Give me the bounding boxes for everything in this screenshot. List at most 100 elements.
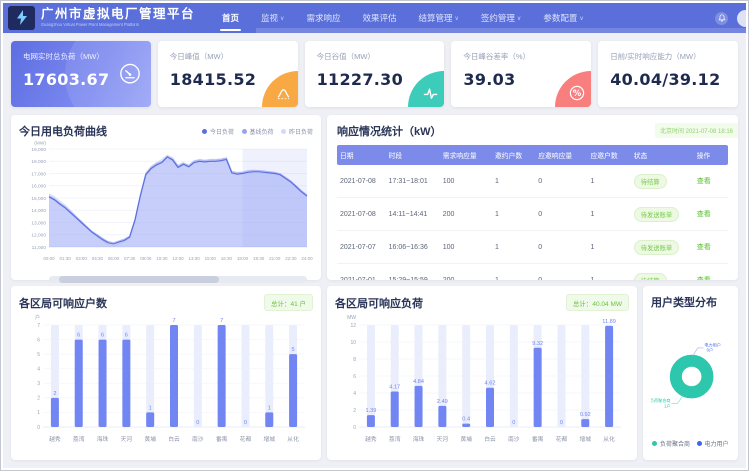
nav-item-label: 需求响应: [306, 12, 340, 24]
y-axis-tick: 2: [37, 396, 40, 402]
col-header-5: 应邀响应量: [535, 145, 587, 165]
legend-dot: [242, 129, 247, 134]
user-avatar[interactable]: [737, 10, 746, 27]
donut-ring[interactable]: [676, 361, 708, 393]
status-badge: 待发送账单: [634, 240, 679, 255]
y-axis-tick: 4: [37, 367, 40, 373]
legend-item-2[interactable]: 基线负荷: [242, 127, 274, 136]
kpi-card-1[interactable]: 电网实时总负荷（MW）17603.67: [11, 41, 151, 107]
load-curve-chart[interactable]: 11,00012,00013,00014,00015,00016,00017,0…: [19, 139, 313, 269]
table-cell: 15:29~15:59: [386, 264, 440, 281]
y-axis-tick: 12: [350, 323, 356, 329]
view-link[interactable]: 查看: [697, 277, 711, 280]
user-type-legend-item-1[interactable]: 负荷聚合商: [652, 439, 690, 448]
bar[interactable]: [122, 340, 130, 427]
bar-value-label: 4.17: [389, 385, 400, 391]
y-axis-unit: MW: [347, 315, 356, 321]
y-axis-tick: 15,000: [31, 196, 46, 202]
gauge-icon: [119, 63, 141, 90]
kpi-card-4[interactable]: 今日峰谷差率（%）39.03%: [451, 41, 591, 107]
chevron-down-icon: ∨: [517, 15, 521, 22]
datazoom-slider[interactable]: [49, 276, 307, 283]
bar[interactable]: [391, 392, 399, 427]
bar-value-label: 2: [53, 391, 56, 397]
legend-dot: [652, 441, 657, 446]
bar[interactable]: [218, 325, 226, 427]
x-axis-tick: 18:00: [237, 256, 249, 261]
bar[interactable]: [99, 340, 107, 427]
user-type-legend-item-2[interactable]: 电力用户: [697, 439, 729, 448]
view-link[interactable]: 查看: [697, 178, 711, 185]
user-type-legend: 负荷聚合商电力用户: [651, 437, 730, 452]
beijing-time-badge: 北京时间 2021-07-08 18:16: [655, 123, 738, 138]
view-link[interactable]: 查看: [697, 211, 711, 218]
district-users-total-badge: 总计：41 户: [264, 294, 313, 311]
y-axis-unit: 户: [35, 314, 40, 321]
nav-item-1[interactable]: 首页: [211, 3, 250, 33]
y-axis-tick: 17,000: [31, 171, 46, 177]
app-logo: [8, 6, 35, 30]
table-cell: 2021-07-01: [337, 264, 386, 281]
response-table: 日期时段需求响应量邀约户数应邀响应量应邀户数状态操作 2021-07-0817:…: [337, 145, 728, 280]
bar[interactable]: [438, 406, 446, 427]
bar[interactable]: [75, 340, 83, 427]
legend-item-1[interactable]: 今日负荷: [202, 127, 234, 136]
bar[interactable]: [51, 398, 59, 427]
col-header-3: 需求响应量: [440, 145, 492, 165]
table-cell: 1: [587, 198, 630, 231]
y-axis-tick: 10: [350, 340, 356, 346]
nav-underline-strip: [256, 28, 746, 33]
col-header-6: 应邀户数: [587, 145, 630, 165]
datazoom-handle[interactable]: [59, 276, 219, 283]
bar[interactable]: [462, 424, 470, 427]
x-axis-tick: 24:00: [301, 256, 313, 261]
bar[interactable]: [367, 415, 375, 427]
chevron-down-icon: ∨: [579, 15, 583, 22]
legend-dot: [281, 129, 286, 134]
legend-dot: [202, 129, 207, 134]
bar[interactable]: [265, 412, 273, 427]
bar-track: [510, 325, 518, 427]
y-axis-tick: 1: [37, 410, 40, 416]
y-axis-tick: 6: [37, 337, 40, 343]
bar[interactable]: [486, 388, 494, 427]
bar[interactable]: [581, 419, 589, 427]
x-axis-tick: 09:00: [140, 256, 152, 261]
user-type-donut-chart[interactable]: 电力用户0户负荷聚合商1户: [651, 310, 730, 437]
district-users-bar-chart[interactable]: 01234567户2越秀6荔湾6海珠6天河1黄埔7白云0南沙7番禺0花都1增城5…: [19, 311, 313, 451]
col-header-8: 操作: [694, 145, 728, 165]
bar-value-label: 5: [292, 347, 295, 353]
bar[interactable]: [146, 412, 154, 427]
bar[interactable]: [534, 348, 542, 427]
table-cell: 0: [535, 264, 587, 281]
bar-value-label: 0.92: [580, 412, 591, 418]
kpi-card-5[interactable]: 日前/实时响应能力（MW）40.04/39.12: [598, 41, 738, 107]
notification-bell-icon[interactable]: [715, 12, 728, 25]
bar-track: [146, 325, 154, 427]
bar-track: [462, 325, 470, 427]
table-row: 2021-07-0716:06~16:36100101待发送账单查看: [337, 231, 728, 264]
bar-value-label: 6: [77, 333, 80, 339]
view-link[interactable]: 查看: [697, 244, 711, 251]
bar-value-label: 7: [172, 318, 175, 324]
bar-value-label: 4.62: [485, 381, 496, 387]
bar[interactable]: [289, 354, 297, 427]
bottom-row: 各区局可响应户数 总计：41 户 01234567户2越秀6荔湾6海珠6天河1黄…: [11, 286, 738, 460]
action-cell: 查看: [694, 264, 728, 281]
kpi-label: 日前/实时响应能力（MW）: [610, 51, 726, 62]
status-cell: 待结算: [631, 264, 694, 281]
bar[interactable]: [605, 326, 613, 427]
bar[interactable]: [170, 325, 178, 427]
table-cell: 1: [492, 198, 535, 231]
district-load-bar-chart[interactable]: 024681012MW1.39越秀4.17荔湾4.84海珠2.49天河0.4黄埔…: [335, 311, 629, 451]
legend-label: 基线负荷: [249, 127, 273, 136]
kpi-card-2[interactable]: 今日峰值（MW）18415.52: [158, 41, 298, 107]
bar[interactable]: [415, 386, 423, 427]
table-cell: 17:31~18:01: [386, 165, 440, 198]
legend-dot: [697, 441, 702, 446]
table-cell: 100: [440, 165, 492, 198]
topbar-right: [715, 10, 746, 27]
kpi-card-3[interactable]: 今日谷值（MW）11227.30: [305, 41, 445, 107]
x-axis-category: 增城: [579, 435, 591, 443]
legend-item-3[interactable]: 昨日负荷: [281, 127, 313, 136]
